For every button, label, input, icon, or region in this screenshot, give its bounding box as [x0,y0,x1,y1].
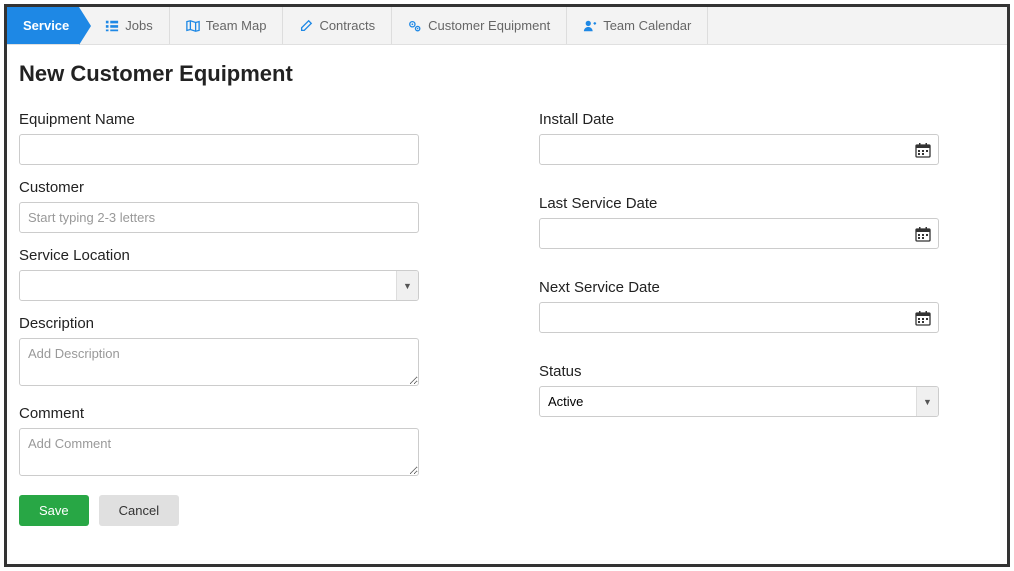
nav-contracts[interactable]: Contracts [283,7,392,44]
status-label: Status [539,363,939,380]
cancel-button[interactable]: Cancel [99,495,179,526]
service-location-label: Service Location [19,247,419,264]
install-date-input[interactable] [539,134,939,165]
page-title: New Customer Equipment [19,61,995,87]
last-service-date-input[interactable] [539,218,939,249]
install-date-label: Install Date [539,111,939,128]
equipment-name-label: Equipment Name [19,111,419,128]
nav-team-map[interactable]: Team Map [170,7,284,44]
customer-label: Customer [19,179,419,196]
nav-jobs[interactable]: Jobs [79,7,169,44]
calendar-icon[interactable] [915,310,931,326]
equipment-name-input[interactable] [19,134,419,165]
top-nav: Service Jobs Team Map Contracts Customer… [7,7,1007,45]
nav-service[interactable]: Service [7,7,79,44]
calendar-icon[interactable] [915,142,931,158]
service-location-select[interactable] [19,270,419,301]
description-label: Description [19,315,419,332]
save-button[interactable]: Save [19,495,89,526]
next-service-date-input[interactable] [539,302,939,333]
nav-service-label: Service [23,18,69,33]
gears-icon [408,19,422,33]
next-service-date-label: Next Service Date [539,279,939,296]
nav-contracts-label: Contracts [319,18,375,33]
nav-team-calendar-label: Team Calendar [603,18,691,33]
nav-customer-equipment-label: Customer Equipment [428,18,550,33]
customer-input[interactable] [19,202,419,233]
nav-team-map-label: Team Map [206,18,267,33]
nav-customer-equipment[interactable]: Customer Equipment [392,7,567,44]
last-service-date-label: Last Service Date [539,195,939,212]
comment-textarea[interactable] [19,428,419,476]
nav-jobs-label: Jobs [125,18,152,33]
list-icon [105,19,119,33]
nav-team-calendar[interactable]: Team Calendar [567,7,708,44]
description-textarea[interactable] [19,338,419,386]
comment-label: Comment [19,405,419,422]
status-select[interactable]: Active [539,386,939,417]
calendar-icon[interactable] [915,226,931,242]
user-plus-icon [583,19,597,33]
map-icon [186,19,200,33]
edit-icon [299,19,313,33]
